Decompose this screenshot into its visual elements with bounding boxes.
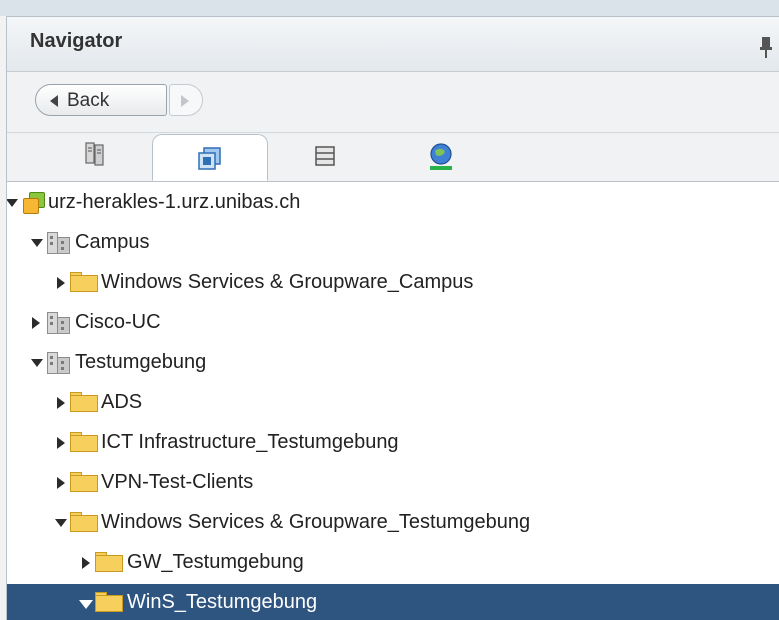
tree-node-folder[interactable]: Windows Services & Groupware_Testumgebun… [7,504,779,544]
inventory-tree: urz-herakles-1.urz.unibas.ch Campus Wind… [7,182,779,620]
tree-node-folder-selected[interactable]: WinS_Testumgebung [7,584,779,620]
navigator-title: Navigator [30,30,123,52]
expand-caret-icon[interactable] [79,600,93,609]
folder-icon [70,432,100,452]
tree-node-datacenter[interactable]: Campus [7,224,779,264]
vcenter-icon [23,192,45,214]
window-top-strip [0,0,779,16]
expand-caret-icon[interactable] [31,359,43,367]
collapse-caret-icon[interactable] [82,557,90,569]
collapse-caret-icon[interactable] [57,397,65,409]
expand-caret-icon[interactable] [31,239,43,247]
navigator-header: Navigator [7,17,779,72]
collapse-caret-icon[interactable] [57,477,65,489]
tree-node-label: Windows Services & Groupware_Testumgebun… [101,511,531,533]
tree-node-folder[interactable]: GW_Testumgebung [7,544,779,584]
tree-node-folder[interactable]: Windows Services & Groupware_Campus [7,264,779,304]
expand-caret-icon[interactable] [55,519,67,527]
tree-node-folder[interactable]: VPN-Test-Clients [7,464,779,504]
tree-node-label: VPN-Test-Clients [101,471,254,493]
forward-arrow-icon [181,95,189,107]
pin-icon[interactable] [760,37,772,59]
folder-icon [70,392,100,412]
tab-hosts-clusters[interactable] [35,141,151,181]
tree-node-folder[interactable]: ADS [7,384,779,424]
tab-vms-templates[interactable] [152,134,268,181]
tree-node-label: Campus [75,231,150,253]
tree-node-datacenter[interactable]: Testumgebung [7,344,779,384]
tree-node-label: WinS_Testumgebung [127,591,318,613]
tab-storage[interactable] [268,141,384,181]
folder-icon [95,552,125,572]
datacenter-icon [47,232,71,254]
collapse-caret-icon[interactable] [32,317,40,329]
navigator-panel: Navigator Back urz-herakles-1.urz.unibas… [6,16,779,620]
hosts-clusters-icon [85,142,104,166]
datacenter-icon [47,352,71,374]
folder-icon [70,472,100,492]
tree-node-vcenter[interactable]: urz-herakles-1.urz.unibas.ch [7,184,779,224]
tree-node-label: Windows Services & Groupware_Campus [101,271,474,293]
storage-icon [315,146,335,166]
folder-icon [70,272,100,292]
vms-templates-icon [198,147,221,170]
tree-node-label: Testumgebung [75,351,207,373]
folder-icon [70,512,100,532]
back-button-label: Back [67,90,110,111]
navigator-tabs [7,133,779,182]
tree-node-label: GW_Testumgebung [127,551,304,573]
datacenter-icon [47,312,71,334]
forward-button[interactable] [169,84,203,116]
tab-networking[interactable] [384,141,500,181]
networking-icon [430,143,452,170]
tree-node-datacenter[interactable]: Cisco-UC [7,304,779,344]
expand-caret-icon[interactable] [7,199,18,207]
back-button[interactable]: Back [35,84,167,116]
tree-node-label: ICT Infrastructure_Testumgebung [101,431,399,453]
collapse-caret-icon[interactable] [57,277,65,289]
collapse-caret-icon[interactable] [57,437,65,449]
back-arrow-icon [50,95,58,107]
tree-node-label: Cisco-UC [75,311,161,333]
history-bar: Back [7,72,779,133]
tree-node-label: ADS [101,391,143,413]
folder-icon [95,592,125,612]
tree-node-folder[interactable]: ICT Infrastructure_Testumgebung [7,424,779,464]
tree-node-label: urz-herakles-1.urz.unibas.ch [48,191,301,213]
